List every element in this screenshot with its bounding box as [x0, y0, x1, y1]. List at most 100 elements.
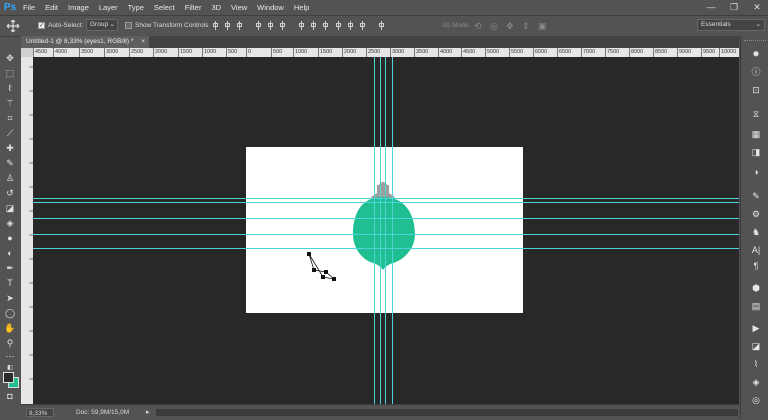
zoom-level-field[interactable]: 8,33% [26, 408, 54, 417]
pen-icon[interactable]: ✒ [4, 262, 16, 274]
auto-select-checkbox[interactable]: Auto-Select: [38, 20, 83, 32]
horizontal-guide[interactable] [33, 234, 739, 235]
history-panel-icon[interactable]: ⧖ [750, 108, 762, 120]
horizontal-guide[interactable] [33, 218, 739, 219]
distribute-right-icon[interactable] [359, 21, 367, 30]
properties-panel-icon[interactable]: ▤ [750, 300, 762, 312]
menu-file[interactable]: File [18, 0, 40, 15]
horizontal-scrollbar[interactable] [155, 408, 739, 417]
quick-mask-icon[interactable]: ◘ [4, 390, 16, 402]
lasso-icon[interactable]: ℓ [4, 82, 16, 94]
swatches-panel-icon[interactable]: ▦ [750, 128, 762, 140]
info-panel-icon[interactable]: ⓘ [750, 66, 762, 78]
paint-bucket-icon[interactable]: ◈ [4, 217, 16, 229]
workspace-dropdown[interactable]: Essentials ⌄ [697, 19, 765, 31]
vertical-guide[interactable] [380, 57, 381, 404]
3d-drag-icon[interactable]: ✥ [506, 20, 514, 32]
3d-rotate-icon[interactable]: ⟲ [474, 20, 482, 32]
menu-view[interactable]: View [226, 0, 252, 15]
artwork-layer[interactable] [33, 57, 739, 404]
menu-type[interactable]: Type [123, 0, 149, 15]
layers-panel-icon[interactable]: ◈ [750, 376, 762, 388]
paths-panel-icon[interactable]: ⌇ [750, 358, 762, 370]
channels-panel-icon[interactable]: ◎ [750, 394, 762, 406]
ruler-origin[interactable] [21, 48, 33, 57]
align-top-icon[interactable] [212, 21, 220, 30]
horizontal-ruler[interactable]: 4500 4000 3500 3000 2500 2000 1500 1000 … [33, 48, 739, 57]
vertical-guide[interactable] [392, 57, 393, 404]
type-icon[interactable]: T [4, 277, 16, 289]
character-panel-icon[interactable]: A| [750, 244, 762, 256]
foreground-color-swatch[interactable] [3, 372, 14, 383]
dodge-icon[interactable]: ◐ [4, 247, 16, 259]
brush-panel-icon[interactable]: ✎ [750, 190, 762, 202]
ruler-label: 500 [271, 48, 283, 57]
timeline-panel-icon[interactable]: ◪ [750, 340, 762, 352]
color-panel-icon[interactable]: ✸ [750, 48, 762, 60]
align-hcenter-icon[interactable] [267, 21, 275, 30]
menu-window[interactable]: Window [252, 0, 289, 15]
close-window-button[interactable]: ✕ [746, 0, 768, 15]
align-right-icon[interactable] [279, 21, 287, 30]
align-bottom-icon[interactable] [236, 21, 244, 30]
auto-select-target-dropdown[interactable]: Group ⌄ [86, 19, 118, 31]
eyedropper-icon[interactable]: ⟋ [4, 127, 16, 139]
3d-roll-icon[interactable]: ◎ [490, 20, 498, 32]
clone-stamp-icon[interactable]: ♙ [4, 172, 16, 184]
vertical-ruler[interactable] [21, 57, 33, 404]
brush-presets-panel-icon[interactable]: ⚙ [750, 208, 762, 220]
navigator-panel-icon[interactable]: ⊡ [750, 84, 762, 96]
close-tab-icon[interactable]: × [141, 36, 145, 48]
blur-icon[interactable]: ● [4, 232, 16, 244]
canvas-pasteboard[interactable] [33, 57, 739, 404]
distribute-bottom-icon[interactable] [322, 21, 330, 30]
brush-icon[interactable]: ✎ [4, 157, 16, 169]
align-left-icon[interactable] [255, 21, 263, 30]
show-transform-controls-checkbox[interactable]: Show Transform Controls [125, 20, 208, 32]
menu-help[interactable]: Help [289, 0, 314, 15]
healing-icon[interactable]: ✚ [4, 142, 16, 154]
marquee-icon[interactable]: ⬚ [4, 67, 16, 79]
align-vcenter-icon[interactable] [224, 21, 232, 30]
distribute-hcenter-icon[interactable] [347, 21, 355, 30]
3d-panel-icon[interactable]: ⬢ [750, 282, 762, 294]
path-select-icon[interactable]: ➤ [4, 292, 16, 304]
crop-icon[interactable]: ⌗ [4, 112, 16, 124]
history-brush-icon[interactable]: ↺ [4, 187, 16, 199]
3d-scale-icon[interactable]: ▣ [538, 20, 547, 32]
actions-panel-icon[interactable]: ▶ [750, 322, 762, 334]
menu-filter[interactable]: Filter [180, 0, 207, 15]
paragraph-panel-icon[interactable]: ¶ [750, 260, 762, 272]
menu-image[interactable]: Image [63, 0, 94, 15]
magic-wand-icon[interactable]: ⚚ [4, 97, 16, 109]
3d-slide-icon[interactable]: ⇕ [522, 20, 530, 32]
horizontal-guide[interactable] [33, 198, 739, 199]
horizontal-guide[interactable] [33, 202, 739, 203]
menu-select[interactable]: Select [149, 0, 180, 15]
panel-grip[interactable] [744, 40, 766, 43]
distribute-left-icon[interactable] [335, 21, 343, 30]
document-tab[interactable]: Untitled-1 @ 8,33% (eyes1, RGB/8) * × [21, 36, 149, 48]
adjustments-panel-icon[interactable]: ◑ [750, 166, 762, 178]
styles-panel-icon[interactable]: ◨ [750, 146, 762, 158]
status-menu-arrow-icon[interactable]: ▸ [146, 408, 150, 417]
menu-3d[interactable]: 3D [206, 0, 226, 15]
distribute-top-icon[interactable] [298, 21, 306, 30]
horizontal-guide[interactable] [33, 248, 739, 249]
auto-align-layers-icon[interactable] [378, 21, 386, 30]
zoom-icon[interactable]: ⚲ [4, 337, 16, 349]
menu-layer[interactable]: Layer [94, 0, 123, 15]
vertical-guide[interactable] [374, 57, 375, 404]
distribute-vcenter-icon[interactable] [310, 21, 318, 30]
restore-button[interactable]: ❐ [723, 0, 745, 15]
eraser-icon[interactable]: ◪ [4, 202, 16, 214]
menu-edit[interactable]: Edit [40, 0, 63, 15]
move-tool-preset-icon[interactable] [6, 19, 20, 33]
clone-source-panel-icon[interactable]: ♞ [750, 226, 762, 238]
move-icon[interactable]: ✥ [4, 52, 16, 64]
hand-icon[interactable]: ✋ [4, 322, 16, 334]
more-tools-icon[interactable]: ⋯ [4, 350, 16, 362]
ellipse-icon[interactable]: ◯ [4, 307, 16, 319]
vertical-guide[interactable] [385, 57, 386, 404]
minimize-button[interactable]: — [700, 0, 722, 15]
